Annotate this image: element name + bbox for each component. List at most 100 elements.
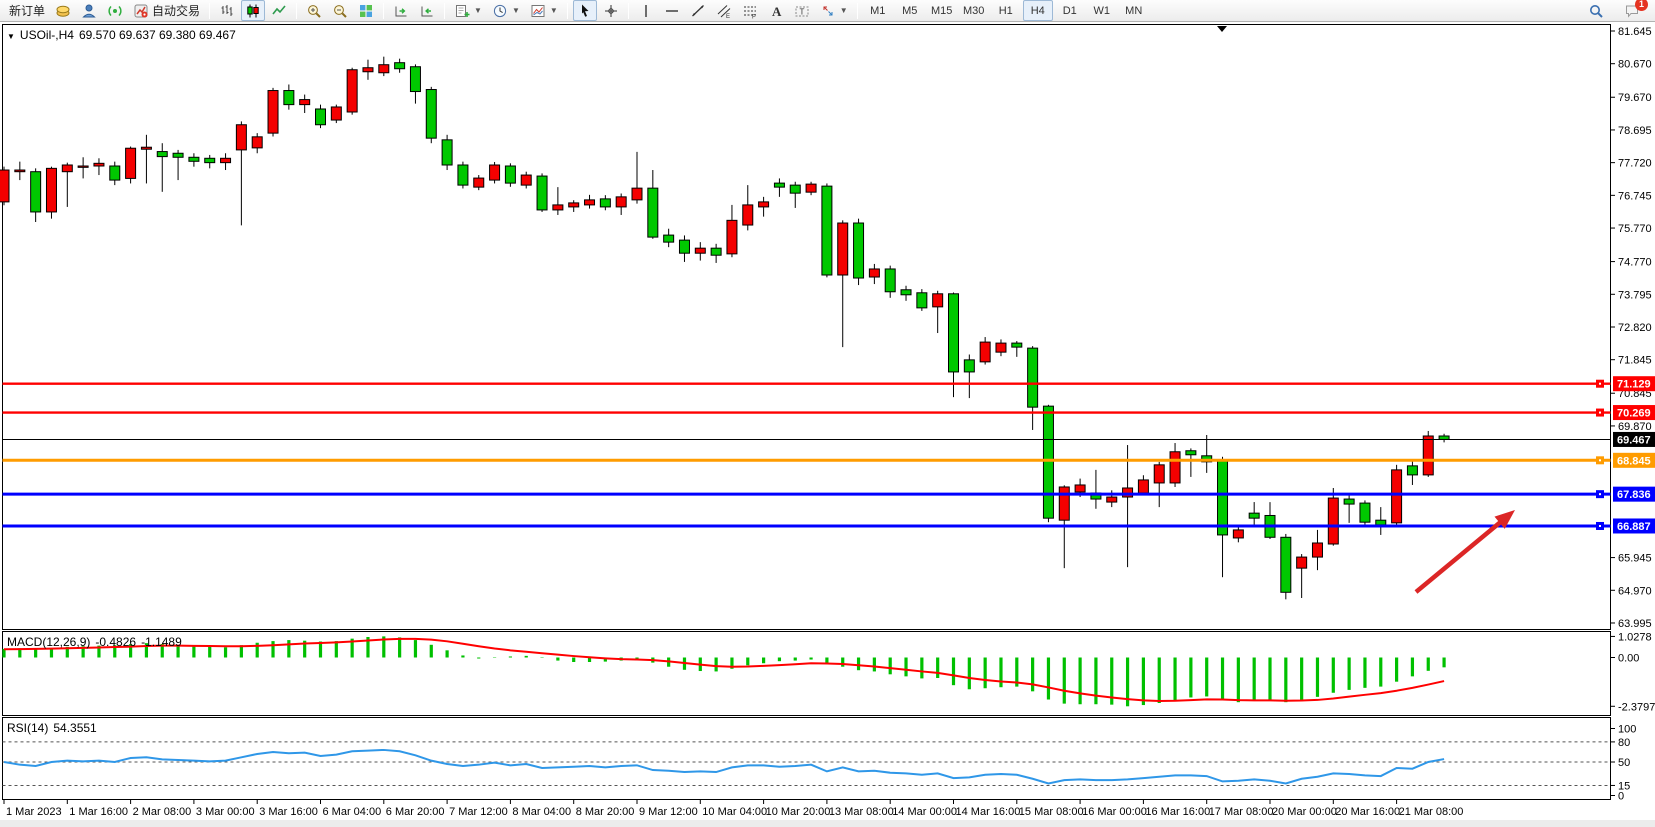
macd-axis-label: 0.00 [1618, 653, 1639, 665]
macd-axis-label: 1.0278 [1618, 631, 1652, 643]
candle-bearish [600, 199, 610, 207]
timeframe-H4-button[interactable]: H4 [1023, 0, 1053, 21]
timeframe-M1-button[interactable]: M1 [863, 0, 893, 21]
rsi-axis-label: 100 [1618, 724, 1636, 736]
timeframe-M30-button[interactable]: M30 [959, 0, 989, 21]
candle-bearish [1407, 466, 1417, 475]
channel-icon: E [716, 3, 732, 19]
candle-bearish [1249, 513, 1259, 518]
macd-value-main: -0.4826 [95, 635, 136, 649]
signal-icon-button[interactable] [103, 0, 127, 21]
chartshift-icon [419, 3, 435, 19]
main-pane [3, 25, 1611, 630]
templates-button[interactable]: ▼ [526, 0, 562, 21]
macd-value-signal: -1.1489 [141, 635, 182, 649]
candle-bearish [964, 360, 974, 372]
line-chart-button[interactable] [267, 0, 291, 21]
toolbar-separator [209, 3, 210, 19]
timeframe-MN-button[interactable]: MN [1119, 0, 1149, 21]
hline-handle-dot [1599, 525, 1601, 527]
time-axis-label: 13 Mar 08:00 [829, 806, 894, 818]
horizontal-line-button[interactable] [660, 0, 684, 21]
candle-bullish [980, 342, 990, 362]
candle-bearish [426, 90, 436, 139]
equidistant-channel-button[interactable]: E [712, 0, 736, 21]
trendline-button[interactable] [686, 0, 710, 21]
candle-bearish [648, 188, 658, 237]
chart-symbol-period: USOil-,H4 [20, 28, 74, 42]
hline-handle-dot [1599, 459, 1601, 461]
price-tag-text: 71.129 [1617, 379, 1651, 391]
candle-bullish [268, 91, 278, 134]
candle-bearish [664, 235, 674, 242]
toolbar-separator [628, 3, 629, 19]
price-axis-label: 65.945 [1618, 553, 1652, 565]
rsi-axis-label: 80 [1618, 737, 1630, 749]
macd-pane [3, 632, 1611, 716]
rsi-axis-label: 50 [1618, 757, 1630, 769]
candle-bearish [173, 153, 183, 157]
text-label-button[interactable]: T [790, 0, 814, 21]
auto-trading-button-label: 自动交易 [152, 2, 200, 19]
timeframe-W1-button[interactable]: W1 [1087, 0, 1117, 21]
chart-canvas[interactable]: 81.64580.67079.67078.69577.72076.74575.7… [0, 22, 1655, 827]
price-axis-label: 77.720 [1618, 158, 1652, 170]
candle-bullish [1423, 436, 1433, 475]
arrows-button[interactable]: ▼ [816, 0, 852, 21]
cursor-button[interactable] [573, 0, 597, 21]
signal-icon [107, 3, 123, 19]
arrows-icon [820, 3, 836, 19]
auto-scroll-button[interactable] [389, 0, 413, 21]
tile-windows-button[interactable] [354, 0, 378, 21]
timeframe-D1-button[interactable]: D1 [1055, 0, 1085, 21]
time-axis-label: 15 Mar 08:00 [1019, 806, 1084, 818]
new-order-button[interactable]: 新订单 [5, 0, 49, 21]
profile-icon-button[interactable] [77, 0, 101, 21]
chat-bubble-icon: 1 [1624, 3, 1640, 19]
vertical-line-button[interactable] [634, 0, 658, 21]
candle-bearish [917, 293, 927, 308]
periods-button[interactable]: ▼ [488, 0, 524, 21]
time-axis-label: 10 Mar 04:00 [702, 806, 767, 818]
price-tag-text: 66.887 [1617, 521, 1651, 533]
zoom-out-button[interactable] [328, 0, 352, 21]
candle-bearish [1281, 537, 1291, 592]
candle-bullish [347, 70, 357, 112]
price-axis-label: 71.845 [1618, 355, 1652, 367]
candle-bullish [838, 223, 848, 275]
candle-bearish [505, 166, 515, 183]
zoom-in-button[interactable] [302, 0, 326, 21]
candle-bullish [1059, 487, 1069, 520]
toolbar: 新订单自动交易▼▼▼EFAT▼M1M5M15M30H1H4D1W1MN1 [0, 0, 1655, 22]
candlestick-chart-button[interactable] [241, 0, 265, 21]
symbol-dropdown-icon[interactable]: ▼ [7, 32, 15, 41]
text-button[interactable]: A [764, 0, 788, 21]
auto-trading-button[interactable]: 自动交易 [129, 0, 204, 21]
candle-bullish [46, 168, 56, 212]
price-axis-label: 78.695 [1618, 125, 1652, 137]
search-button[interactable] [1584, 0, 1608, 21]
notifications-button[interactable]: 1 [1620, 0, 1644, 21]
bar-chart-button[interactable] [215, 0, 239, 21]
candle-bullish [695, 248, 705, 253]
candle-bearish [949, 294, 959, 372]
candle-bullish [94, 163, 104, 166]
candle-bullish [1123, 488, 1133, 497]
candle-bearish [774, 183, 784, 187]
candle-bullish [221, 158, 231, 162]
candle-bearish [31, 172, 41, 212]
new-chart-button[interactable]: ▼ [450, 0, 486, 21]
gold-icon-button[interactable] [51, 0, 75, 21]
candle-bearish [854, 223, 864, 278]
fibonacci-button[interactable]: F [738, 0, 762, 21]
time-axis-label: 1 Mar 2023 [6, 806, 62, 818]
candle-bearish [1218, 460, 1228, 535]
candle-bullish [569, 203, 579, 207]
chart-shift-button[interactable] [415, 0, 439, 21]
crosshair-button[interactable] [599, 0, 623, 21]
rsi-pane [3, 718, 1611, 800]
timeframe-H1-button[interactable]: H1 [991, 0, 1021, 21]
candle-bearish [1344, 499, 1354, 504]
timeframe-M5-button[interactable]: M5 [895, 0, 925, 21]
timeframe-M15-button[interactable]: M15 [927, 0, 957, 21]
